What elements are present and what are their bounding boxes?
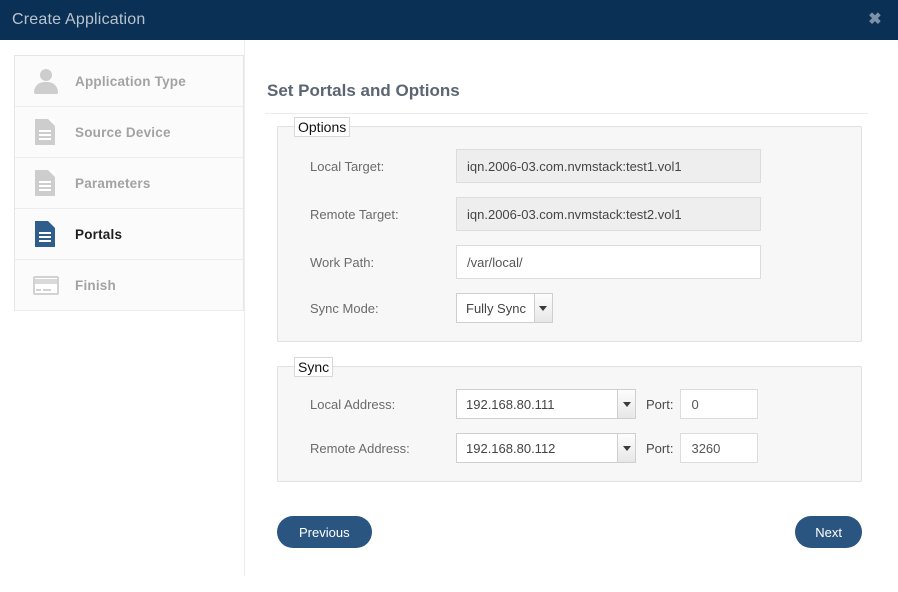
options-legend: Options <box>294 117 351 138</box>
sync-mode-row: Sync Mode: Fully Sync <box>296 293 843 324</box>
local-address-label: Local Address: <box>310 396 396 412</box>
sidebar-item-label: Source Device <box>75 124 171 140</box>
remote-target-input[interactable] <box>456 197 761 232</box>
wizard-footer: Previous Next <box>277 506 862 566</box>
chevron-down-icon[interactable] <box>617 390 635 419</box>
sidebar-item-label: Application Type <box>75 73 186 89</box>
user-icon <box>31 66 61 96</box>
remote-address-label: Remote Address: <box>310 440 410 456</box>
sidebar-item-finish[interactable]: Finish <box>15 260 243 311</box>
local-address-row: Local Address: 192.168.80.111 Port: <box>296 389 843 420</box>
local-target-label: Local Target: <box>310 158 385 174</box>
local-target-row: Local Target: <box>296 149 843 184</box>
sidebar-item-portals[interactable]: Portals <box>15 209 243 260</box>
sidebar-item-label: Parameters <box>75 175 151 191</box>
remote-port-label: Port: <box>646 440 674 456</box>
sync-mode-label: Sync Mode: <box>310 300 379 316</box>
local-address-value: 192.168.80.111 <box>466 396 555 412</box>
remote-target-row: Remote Target: <box>296 197 843 232</box>
remote-address-row: Remote Address: 192.168.80.112 Port: <box>296 433 843 464</box>
options-fieldset: Options Local Target: Remote Target: Wor… <box>277 117 862 343</box>
remote-address-value: 192.168.80.112 <box>466 440 556 456</box>
work-path-label: Work Path: <box>310 254 375 270</box>
sync-fieldset: Sync Local Address: 192.168.80.111 Port:… <box>277 357 862 483</box>
sync-mode-select[interactable]: Fully Sync <box>456 293 553 324</box>
chevron-down-icon[interactable] <box>533 294 552 323</box>
next-button[interactable]: Next <box>795 516 862 549</box>
document-icon <box>31 219 61 249</box>
document-icon <box>31 168 61 198</box>
sidebar-item-source-device[interactable]: Source Device <box>15 107 243 158</box>
previous-button[interactable]: Previous <box>277 516 372 549</box>
sidebar-item-label: Finish <box>75 277 116 293</box>
local-address-select[interactable]: 192.168.80.111 <box>456 389 636 420</box>
card-icon <box>31 270 61 300</box>
sidebar-item-application-type[interactable]: Application Type <box>15 56 243 107</box>
close-icon[interactable]: ✖ <box>864 9 886 31</box>
chevron-down-icon[interactable] <box>617 434 635 463</box>
sidebar-item-parameters[interactable]: Parameters <box>15 158 243 209</box>
local-port-input[interactable] <box>680 389 759 420</box>
remote-address-select[interactable]: 192.168.80.112 <box>456 433 636 464</box>
dialog-title: Create Application <box>12 11 146 28</box>
wizard-main-panel: Set Portals and Options Options Local Ta… <box>244 40 898 576</box>
sync-legend: Sync <box>294 357 334 378</box>
remote-target-label: Remote Target: <box>310 206 399 222</box>
local-port-label: Port: <box>646 396 674 412</box>
document-icon <box>31 117 61 147</box>
dialog-titlebar: Create Application ✖ <box>0 0 898 40</box>
page-title: Set Portals and Options <box>265 81 868 115</box>
work-path-input[interactable] <box>456 245 761 280</box>
create-application-dialog: Create Application ✖ Application Type So… <box>0 0 898 592</box>
wizard-step-sidebar: Application Type Source Device Parameter… <box>14 55 244 311</box>
sync-mode-value: Fully Sync <box>466 300 526 316</box>
remote-port-input[interactable] <box>680 433 759 464</box>
local-target-input[interactable] <box>456 149 761 184</box>
work-path-row: Work Path: <box>296 245 843 280</box>
sidebar-item-label: Portals <box>75 226 123 242</box>
dialog-body: Application Type Source Device Parameter… <box>0 40 898 576</box>
